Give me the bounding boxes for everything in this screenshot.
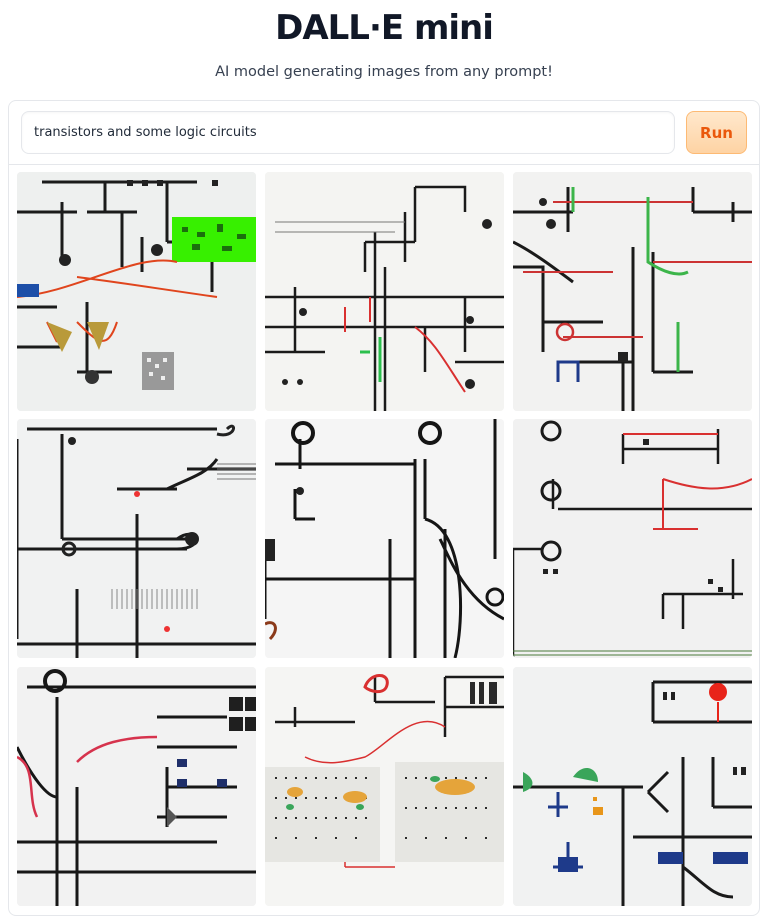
generated-image-5[interactable] bbox=[265, 419, 504, 658]
generated-image-9[interactable] bbox=[513, 667, 752, 906]
circuit-sketch-6 bbox=[513, 419, 752, 658]
generator-panel: Run bbox=[8, 100, 760, 916]
generated-image-1[interactable] bbox=[17, 172, 256, 411]
circuit-sketch-7 bbox=[17, 667, 256, 906]
circuit-sketch-9 bbox=[513, 667, 752, 906]
generated-image-2[interactable] bbox=[265, 172, 504, 411]
app-subtitle: AI model generating images from any prom… bbox=[215, 64, 553, 80]
app-title: DALL·E mini bbox=[275, 8, 494, 48]
generated-image-7[interactable] bbox=[17, 667, 256, 906]
generated-image-3[interactable] bbox=[513, 172, 752, 411]
prompt-input[interactable] bbox=[21, 111, 675, 154]
image-gallery bbox=[17, 172, 752, 908]
circuit-sketch-3 bbox=[513, 172, 752, 411]
circuit-sketch-2 bbox=[265, 172, 504, 411]
generated-image-4[interactable] bbox=[17, 419, 256, 658]
circuit-sketch-8 bbox=[265, 667, 504, 906]
generated-image-6[interactable] bbox=[513, 419, 752, 658]
generated-image-8[interactable] bbox=[265, 667, 504, 906]
circuit-sketch-1 bbox=[17, 172, 256, 411]
run-button[interactable]: Run bbox=[686, 111, 747, 154]
circuit-sketch-5 bbox=[265, 419, 504, 658]
prompt-toolbar: Run bbox=[9, 101, 759, 165]
circuit-sketch-4 bbox=[17, 419, 256, 658]
